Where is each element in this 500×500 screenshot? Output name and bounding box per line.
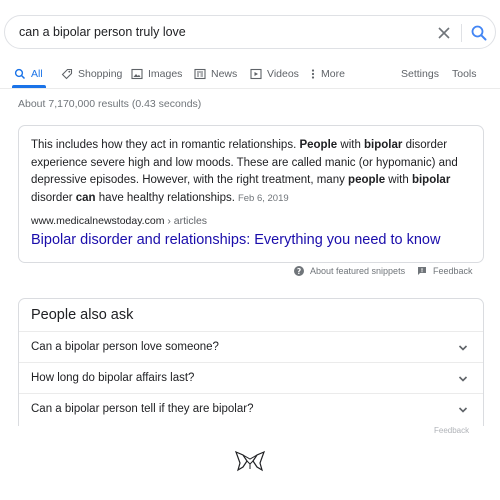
image-icon [131,68,143,80]
cite-path: › articles [164,215,208,227]
snippet-segment: This includes how they act in romantic r… [31,139,300,151]
tab-shopping[interactable]: Shopping [61,62,122,86]
tab-label: All [31,68,43,80]
paa-question[interactable]: Can a bipolar person love someone? [19,331,483,362]
paa-question-text: How long do bipolar affairs last? [31,372,195,384]
tab-all[interactable]: All [14,62,43,86]
search-icon[interactable] [470,24,488,42]
search-input[interactable]: can a bipolar person truly love [19,25,186,39]
snippet-segment: with [337,139,365,151]
search-divider [461,24,462,42]
settings-link[interactable]: Settings [401,62,439,86]
tag-icon [61,68,73,80]
help-icon: ? [294,266,304,276]
tab-label: More [321,68,345,80]
result-link[interactable]: Bipolar disorder and relationships: Ever… [31,232,440,248]
snippet-highlight: People [299,139,338,151]
tab-news[interactable]: News [194,62,237,86]
tools-label: Tools [452,68,477,80]
search-tabs: All Shopping Images News Videos More Set… [0,62,500,88]
about-featured-snippets[interactable]: ? About featured snippets [294,266,405,276]
snippet-segment: with [385,174,412,186]
tab-label: Videos [267,68,299,80]
feedback-label: Feedback [433,266,473,276]
svg-text:?: ? [297,267,301,276]
settings-label: Settings [401,68,439,80]
snippet-highlight: bipolar [411,174,451,186]
feedback-icon [418,267,426,275]
tab-videos[interactable]: Videos [250,62,299,86]
close-icon[interactable] [436,25,452,41]
news-icon [194,68,206,80]
tab-more[interactable]: More [310,62,345,86]
paa-question-text: Can a bipolar person love someone? [31,341,219,353]
feedback-link[interactable]: Feedback [417,266,473,276]
snippet-date: Feb 6, 2019 [237,192,289,204]
snippet-highlight: people [348,174,386,186]
tabs-divider [0,88,500,89]
snippet-text: This includes how they act in romantic r… [31,137,471,207]
tab-label: Images [148,68,183,80]
snippet-segment: disorder [31,191,76,204]
tab-label: Shopping [78,68,123,80]
paa-feedback-link[interactable]: Feedback [434,426,469,435]
chevron-down-icon [458,376,468,382]
people-also-ask: People also ask Can a bipolar person lov… [18,298,484,426]
play-icon [250,68,262,80]
paa-title: People also ask [31,307,134,323]
paa-question-text: Can a bipolar person tell if they are bi… [31,403,254,415]
chevron-down-icon [458,345,468,351]
snippet-highlight: can [75,191,96,204]
chevron-down-icon [458,407,468,413]
snippet-segment: have healthy relationships. [95,191,235,204]
featured-snippet: This includes how they act in romantic r… [18,125,484,263]
fox-logo-icon [234,450,266,472]
snippet-highlight: bipolar [364,139,403,151]
tab-label: News [211,68,238,80]
tab-images[interactable]: Images [131,62,182,86]
tools-link[interactable]: Tools [452,62,477,86]
search-icon [14,68,26,80]
paa-question[interactable]: Can a bipolar person tell if they are bi… [19,393,483,424]
cite-domain: www.medicalnewstoday.com [31,215,165,227]
result-stats: About 7,170,000 results (0.43 seconds) [18,98,202,110]
more-vertical-icon [311,69,315,79]
paa-question[interactable]: How long do bipolar affairs last? [19,362,483,393]
source-cite: www.medicalnewstoday.com › articles [31,215,207,227]
about-label: About featured snippets [310,266,406,276]
search-bar[interactable]: can a bipolar person truly love [4,15,496,49]
